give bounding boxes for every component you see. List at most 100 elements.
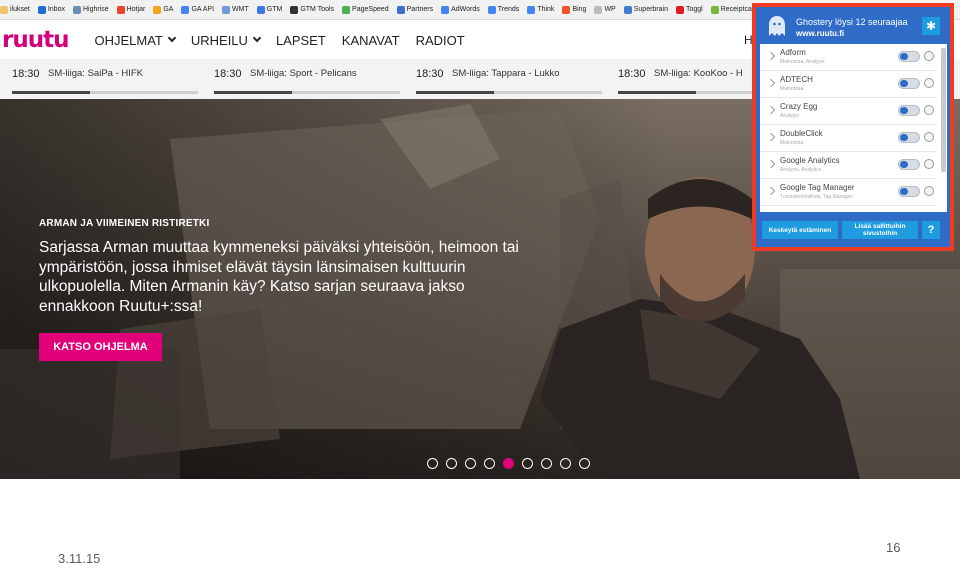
bookmark-item[interactable]: PageSpeed xyxy=(342,5,389,14)
nav-kanavat[interactable]: KANAVAT xyxy=(342,33,400,48)
carousel-dot[interactable] xyxy=(446,458,457,469)
progress-fill xyxy=(618,91,697,94)
bookmark-item[interactable]: Bing xyxy=(562,5,586,14)
trust-icon[interactable] xyxy=(924,159,934,169)
ghostery-site: www.ruutu.fi xyxy=(796,29,845,38)
tracker-list: Adform Mainontaa, Analyysi ADTECH Mainon… xyxy=(760,44,947,212)
settings-gear-icon[interactable]: ✱ xyxy=(922,17,940,35)
tracker-row[interactable]: Google Tag Manager Tunnisteenhallinta, T… xyxy=(760,179,937,206)
bookmark-item[interactable]: Trends xyxy=(487,5,520,14)
block-toggle[interactable] xyxy=(898,51,920,62)
tracker-category: Analyysi, Analytics xyxy=(780,167,822,173)
trust-icon[interactable] xyxy=(924,105,934,115)
bookmark-item[interactable]: Think xyxy=(527,5,554,14)
nav-lapset[interactable]: LAPSET xyxy=(276,33,326,48)
google-icon xyxy=(181,5,190,14)
google-icon xyxy=(527,5,536,14)
mail-icon xyxy=(37,5,46,14)
tracker-name: DoubleClick xyxy=(780,129,823,138)
bookmark-item[interactable]: Receiptcam xyxy=(710,5,758,14)
bookmark-label: Trends xyxy=(497,6,520,13)
bookmark-item[interactable]: Highrise xyxy=(72,5,109,14)
schedule-time: 18:30 xyxy=(12,68,40,80)
schedule-time: 18:30 xyxy=(214,68,242,80)
tracker-row[interactable]: Google Analytics Analyysi, Analytics xyxy=(760,152,937,179)
bookmark-item[interactable]: GTM Tools xyxy=(290,5,334,14)
tracker-category: Analyysi xyxy=(780,113,799,119)
block-toggle[interactable] xyxy=(898,159,920,170)
bookmark-item[interactable]: AdWords xyxy=(441,5,480,14)
highrise-icon xyxy=(72,5,81,14)
tracker-row[interactable]: Crazy Egg Analyysi xyxy=(760,98,937,125)
tracker-row[interactable]: ADTECH Mainontaa xyxy=(760,71,937,98)
bookmark-item[interactable]: GA API xyxy=(181,5,214,14)
bookmark-item[interactable]: Hotjar xyxy=(116,5,145,14)
trust-icon[interactable] xyxy=(924,186,934,196)
tracker-name: ADTECH xyxy=(780,75,813,84)
google-icon xyxy=(487,5,496,14)
watch-program-button[interactable]: KATSO OHJELMA xyxy=(39,333,162,361)
bookmark-label: WP xyxy=(604,6,616,13)
carousel-dot[interactable] xyxy=(541,458,552,469)
block-toggle[interactable] xyxy=(898,105,920,116)
slide-page: ilukset Inbox Highrise Hotjar GA GA API WMT GTM… xyxy=(0,0,960,565)
bookmark-label: Partners xyxy=(406,6,434,13)
bookmark-item[interactable]: GTM xyxy=(256,5,283,14)
schedule-time: 18:30 xyxy=(416,68,444,80)
trust-icon[interactable] xyxy=(924,132,934,142)
trust-icon[interactable] xyxy=(924,51,934,61)
carousel-dot[interactable] xyxy=(503,458,514,469)
schedule-item[interactable]: 18:30 SM-liiga: Sport - Pelicans xyxy=(202,59,400,99)
slide-number: 16 xyxy=(886,540,901,555)
carousel-dot[interactable] xyxy=(427,458,438,469)
bookmark-label: PageSpeed xyxy=(352,6,389,13)
tracker-list-scrollbar[interactable] xyxy=(941,48,946,172)
schedule-item[interactable]: 18:30 SM-liiga: Tappara - Lukko xyxy=(404,59,602,99)
bookmark-label: GA xyxy=(163,6,174,13)
tracker-row[interactable]: DoubleClick Mainontaa xyxy=(760,125,937,152)
trust-icon[interactable] xyxy=(924,78,934,88)
nav-urheilu[interactable]: URHEILU xyxy=(191,33,262,48)
folder-icon xyxy=(0,5,8,14)
ruutu-logo[interactable]: ruutu xyxy=(2,27,69,53)
carousel-dot[interactable] xyxy=(522,458,533,469)
tracker-category: Mainontaa, Analyysi xyxy=(780,59,825,65)
bookmark-item[interactable]: Partners xyxy=(396,5,434,14)
nav-ohjelmat[interactable]: OHJELMAT xyxy=(94,33,177,48)
bookmark-item[interactable]: Inbox xyxy=(37,5,65,14)
tag-icon xyxy=(256,5,265,14)
whitelist-site-button[interactable]: Lisää sallittuihin sivustoihin xyxy=(842,221,918,239)
tracker-category: Mainontaa xyxy=(780,86,804,92)
block-toggle[interactable] xyxy=(898,132,920,143)
chevron-right-icon xyxy=(766,105,776,115)
schedule-title: SM-liiga: Tappara - Lukko xyxy=(452,68,560,79)
ghostery-panel: Ghostery löysi 12 seuraajaa www.ruutu.fi… xyxy=(752,3,954,251)
bookmark-item[interactable]: GA xyxy=(153,5,174,14)
bookmark-item[interactable]: ilukset xyxy=(0,5,30,14)
bookmark-item[interactable]: Superbrain xyxy=(623,5,668,14)
toggle-knob xyxy=(900,188,908,195)
chevron-down-icon xyxy=(167,33,177,43)
toggle-knob xyxy=(900,80,908,87)
carousel-dot[interactable] xyxy=(484,458,495,469)
carousel-dot[interactable] xyxy=(579,458,590,469)
ghost-icon xyxy=(769,16,785,36)
bookmark-item[interactable]: WP xyxy=(594,5,616,14)
nav-radiot[interactable]: RADIOT xyxy=(416,33,465,48)
carousel-dot[interactable] xyxy=(560,458,571,469)
pause-blocking-button[interactable]: Keskeytä estäminen xyxy=(762,221,838,239)
tracker-row[interactable]: Adform Mainontaa, Analyysi xyxy=(760,44,937,71)
block-toggle[interactable] xyxy=(898,186,920,197)
bookmark-item[interactable]: WMT xyxy=(222,5,249,14)
bookmark-item[interactable]: Toggl xyxy=(675,5,703,14)
carousel-dot[interactable] xyxy=(465,458,476,469)
schedule-title: SM-liiga: SaiPa - HIFK xyxy=(48,68,144,79)
schedule-item[interactable]: 18:30 SM-liiga: SaiPa - HIFK xyxy=(0,59,198,99)
bookmark-label: GTM xyxy=(266,6,283,13)
chevron-down-icon xyxy=(252,33,262,43)
help-button[interactable]: ? xyxy=(922,221,940,239)
block-toggle[interactable] xyxy=(898,78,920,89)
chevron-right-icon xyxy=(766,51,776,61)
bookmark-label: ilukset xyxy=(10,6,30,13)
pagespeed-icon xyxy=(342,5,351,14)
